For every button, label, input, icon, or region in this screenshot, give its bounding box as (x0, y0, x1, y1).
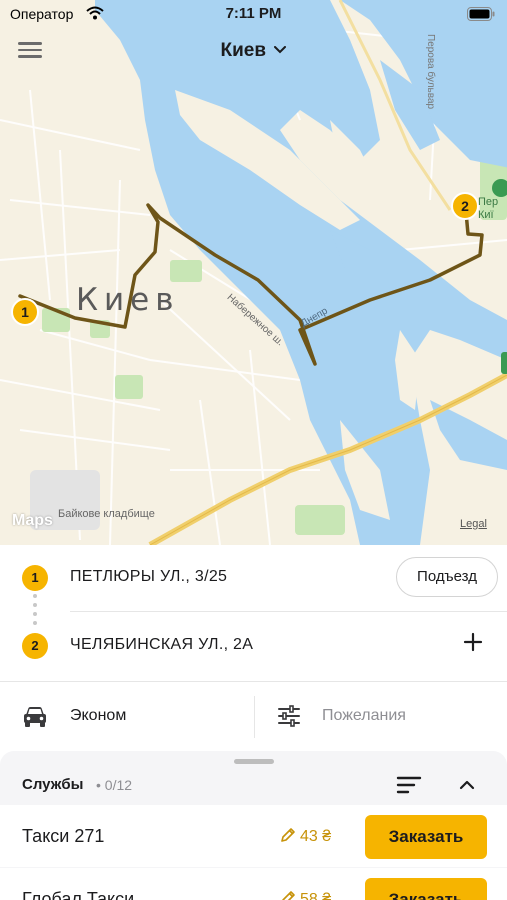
tariff-selector[interactable]: Эконом (0, 682, 254, 752)
services-title: Службы (22, 776, 84, 793)
order-sheet: 1 ПЕТЛЮРЫ УЛ., 3/25 Подъезд 2 ЧЕЛЯБИНСКА… (0, 545, 507, 900)
map-poi-label: Байкове кладбище (58, 508, 155, 520)
route-point-destination[interactable]: 2 ЧЕЛЯБИНСКАЯ УЛ., 2А (0, 613, 507, 679)
sheet-grabber[interactable] (234, 759, 274, 764)
map-view[interactable]: 1 2 Киев Набережное ш. Днепр Перова буль… (0, 0, 507, 545)
order-button[interactable]: Заказать (365, 878, 487, 900)
service-price: 43 ₴ (280, 827, 331, 846)
clock: 7:11 PM (225, 5, 282, 22)
divider (70, 611, 507, 612)
plus-icon (463, 632, 483, 652)
service-price-value: 58 ₴ (300, 891, 332, 900)
sliders-icon (277, 704, 301, 733)
sort-icon (396, 776, 422, 794)
car-icon (22, 704, 48, 733)
svg-text:2: 2 (461, 198, 469, 214)
status-bar: Оператор 7:11 PM (0, 0, 507, 30)
chevron-up-icon (459, 780, 475, 790)
entrance-button[interactable]: Подъезд (396, 557, 498, 597)
route-marker-1: 1 (22, 565, 48, 591)
destination-address[interactable]: ЧЕЛЯБИНСКАЯ УЛ., 2А (70, 636, 253, 654)
sort-button[interactable] (396, 774, 422, 796)
service-name: Глобал Такси (22, 889, 135, 900)
city-name: Киев (220, 40, 267, 61)
pencil-icon (282, 891, 295, 900)
maps-attribution: Maps (12, 512, 53, 530)
service-row[interactable]: Такси 271 43 ₴ Заказать (0, 805, 507, 867)
services-header: Службы • 0/12 (0, 765, 507, 805)
service-price-value: 43 ₴ (300, 828, 332, 845)
route-marker-2: 2 (22, 633, 48, 659)
collapse-button[interactable] (456, 774, 478, 796)
pickup-address[interactable]: ПЕТЛЮРЫ УЛ., 3/25 (70, 568, 227, 586)
service-name: Такси 271 (22, 826, 105, 846)
services-panel: Службы • 0/12 Такси 271 43 ₴ Заказать Гл… (0, 751, 507, 900)
service-row[interactable]: Глобал Такси 58 ₴ Заказать (0, 868, 507, 900)
legal-link[interactable]: Legal (460, 518, 487, 530)
pencil-icon (281, 828, 295, 842)
add-stop-button[interactable] (458, 627, 488, 657)
tariff-label: Эконом (70, 707, 127, 724)
svg-text:1: 1 (21, 304, 29, 320)
chevron-down-icon (274, 41, 287, 59)
route-point-pickup[interactable]: 1 ПЕТЛЮРЫ УЛ., 3/25 Подъезд (0, 545, 507, 625)
map-park-label: Пер Киї (478, 196, 499, 221)
battery-icon (467, 7, 495, 24)
map-city-label: Киев (76, 282, 180, 318)
city-selector[interactable]: Киев (0, 40, 507, 62)
maps-attribution-text: Maps (12, 512, 53, 529)
order-button[interactable]: Заказать (365, 815, 487, 859)
wishes-label: Пожелания (322, 707, 406, 724)
service-price: 58 ₴ (280, 890, 331, 900)
wishes-selector[interactable]: Пожелания (255, 682, 507, 752)
services-count: • 0/12 (96, 777, 133, 793)
options-row: Эконом Пожелания (0, 681, 507, 751)
